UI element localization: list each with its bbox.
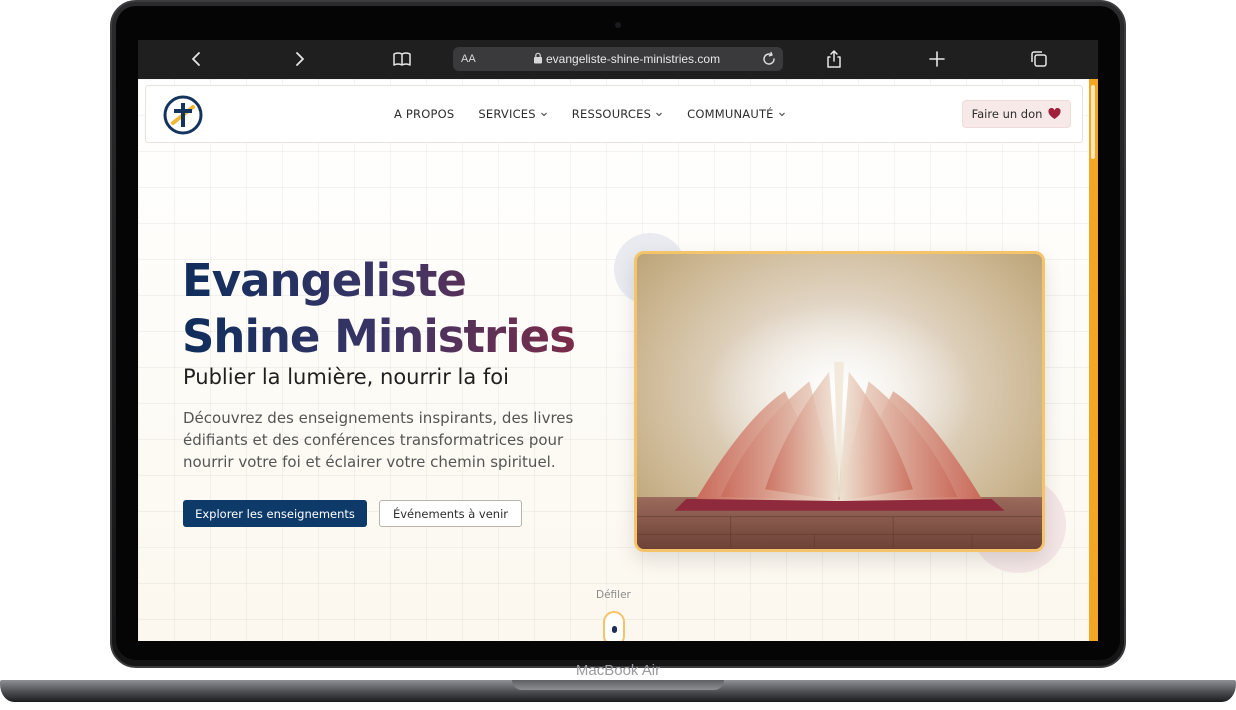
nav-link-label: A PROPOS <box>394 107 455 121</box>
donate-button[interactable]: Faire un don <box>962 100 1071 128</box>
address-bar[interactable]: AA evangeliste-shine-ministries.com <box>453 47 783 71</box>
share-icon[interactable] <box>822 48 846 70</box>
nav-link-label: RESSOURCES <box>571 107 652 121</box>
hero-title-line-2: Shine Ministries <box>182 310 575 363</box>
nav-link-communaute[interactable]: COMMUNAUTÉ <box>687 107 786 121</box>
scroll-hint-label: Défiler <box>596 589 631 601</box>
laptop-notch <box>512 680 724 690</box>
scroll-mouse-icon[interactable] <box>603 611 625 641</box>
reader-aa-button[interactable]: AA <box>461 53 476 65</box>
upcoming-events-button[interactable]: Événements à venir <box>379 500 522 527</box>
chevron-down-icon <box>656 112 663 117</box>
main-nav: A PROPOS SERVICES RESSOURCES COMMUNAUTÉ <box>394 107 786 121</box>
cross-logo-icon[interactable] <box>163 95 203 135</box>
browser-toolbar: AA evangeliste-shine-ministries.com <box>138 40 1098 79</box>
browser-window: AA evangeliste-shine-ministries.com A PR… <box>138 40 1098 641</box>
scrollbar-thumb[interactable] <box>1091 85 1095 159</box>
chevron-down-icon <box>540 112 547 117</box>
site-header: A PROPOS SERVICES RESSOURCES COMMUNAUTÉ … <box>145 85 1083 143</box>
hero-title: Evangeliste Shine Ministries <box>182 253 622 365</box>
donate-label: Faire un don <box>971 107 1043 121</box>
back-icon[interactable] <box>185 48 209 70</box>
forward-icon[interactable] <box>287 48 311 70</box>
tabs-icon[interactable] <box>1027 48 1051 70</box>
url-text: evangeliste-shine-ministries.com <box>546 52 721 66</box>
web-page: A PROPOS SERVICES RESSOURCES COMMUNAUTÉ … <box>138 79 1089 641</box>
hero-title-line-1: Evangeliste <box>182 254 466 307</box>
nav-link-a-propos[interactable]: A PROPOS <box>394 107 454 121</box>
hero-subtitle: Publier la lumière, nourrir la foi <box>183 365 509 389</box>
nav-link-services[interactable]: SERVICES <box>478 107 547 121</box>
device-label: MacBook Air <box>575 662 661 679</box>
hero-description: Découvrez des enseignements inspirants, … <box>183 409 574 471</box>
page-scrollbar[interactable] <box>1089 79 1098 641</box>
nav-link-label: SERVICES <box>478 107 536 121</box>
heart-icon <box>1048 108 1061 119</box>
scroll-wheel-dot <box>612 626 617 633</box>
camera-icon <box>615 22 621 28</box>
lock-icon <box>534 52 542 64</box>
reload-icon[interactable] <box>761 51 777 67</box>
nav-link-ressources[interactable]: RESSOURCES <box>572 107 663 121</box>
open-book-image <box>634 251 1045 552</box>
explore-teachings-button[interactable]: Explorer les enseignements <box>183 500 367 527</box>
bookmarks-icon[interactable] <box>390 48 414 70</box>
nav-link-label: COMMUNAUTÉ <box>687 107 774 121</box>
chevron-down-icon <box>778 112 785 117</box>
new-tab-icon[interactable] <box>925 48 949 70</box>
